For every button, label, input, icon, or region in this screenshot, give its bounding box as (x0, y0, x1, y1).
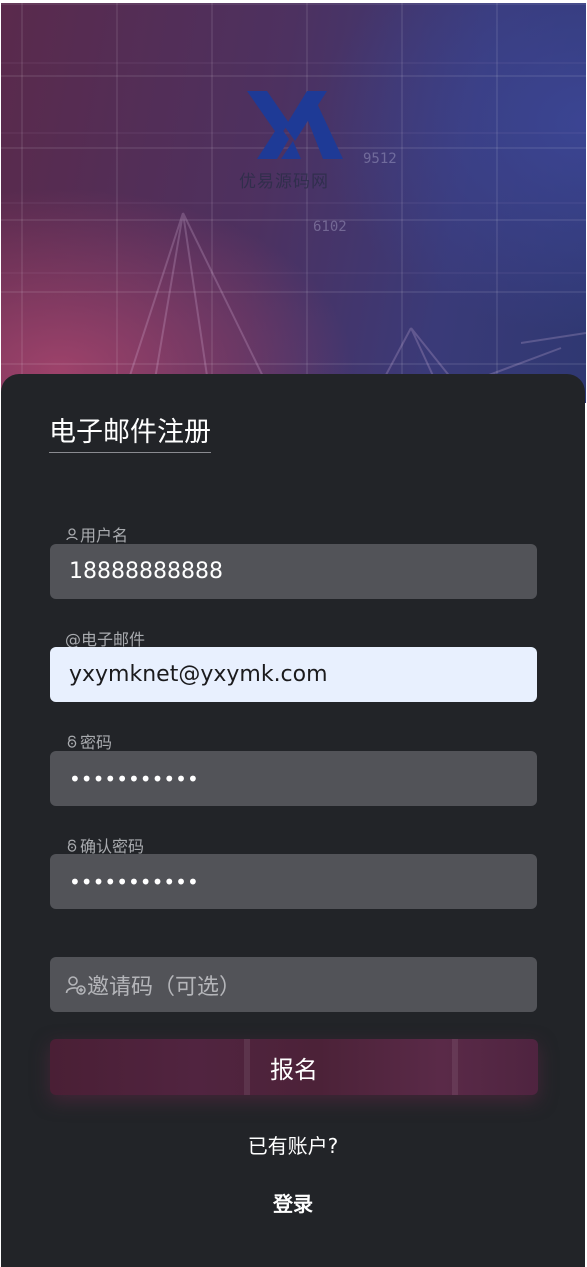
register-button-label: 报名 (270, 1055, 318, 1084)
page-title: 电子邮件注册 (49, 410, 211, 453)
invite-code-placeholder: 邀请码（可选） (65, 969, 242, 1001)
password-label-text: 密码 (80, 733, 113, 752)
login-link[interactable]: 登录 (1, 1188, 585, 1217)
password-label: 密码 (65, 729, 112, 753)
confirm-password-field[interactable]: ••••••••••• (50, 854, 537, 909)
hero-sketch-illustration (1, 62, 586, 403)
invite-code-field[interactable]: 邀请码（可选） (50, 957, 537, 1012)
register-button[interactable]: 报名 (50, 1039, 538, 1095)
have-account-text: 已有账户? (247, 1134, 339, 1158)
button-stripe-decoration (244, 1039, 250, 1095)
username-value: 18888888888 (69, 559, 223, 584)
registration-card: 电子邮件注册 用户名 18888888888 @电子邮件 yxymknet@yx… (1, 374, 585, 1267)
lock-icon (65, 838, 79, 852)
username-field[interactable]: 18888888888 (50, 544, 537, 599)
hero-sketch-number: 9512 (363, 151, 397, 167)
password-value: ••••••••••• (69, 766, 199, 791)
user-icon (65, 527, 79, 541)
brand-logo (247, 91, 343, 159)
lock-icon (65, 734, 79, 748)
confirm-password-value: ••••••••••• (69, 869, 199, 894)
email-value: yxymknet@yxymk.com (69, 662, 328, 687)
invite-code-placeholder-text: 邀请码（可选） (87, 974, 242, 1000)
password-field[interactable]: ••••••••••• (50, 751, 537, 806)
hero-banner: 9512 6102 优易源码网 (1, 3, 586, 403)
button-stripe-decoration (452, 1039, 458, 1095)
username-label-text: 用户名 (80, 526, 129, 545)
email-field[interactable]: yxymknet@yxymk.com (50, 647, 537, 702)
user-add-icon (65, 974, 87, 996)
brand-logo-text: 优易源码网 (239, 172, 329, 192)
username-label: 用户名 (65, 522, 128, 546)
registration-page: 9512 6102 优易源码网 电子邮件注册 用户名 18888888888 @… (0, 0, 587, 1267)
hero-sketch-number: 6102 (313, 219, 347, 235)
